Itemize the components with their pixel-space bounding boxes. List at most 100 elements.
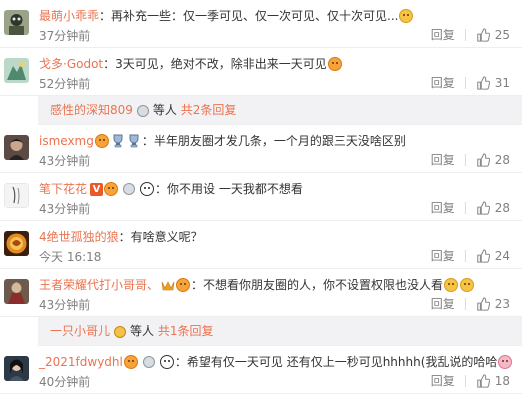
comment-item: 戈多·Godot ： 3天可见，绝对不改，除非出来一天可见 52分钟前 回复 3… bbox=[0, 48, 522, 96]
thumbs-up-icon bbox=[476, 153, 490, 167]
comment-body: 最萌小乖乖 ： 再补充一些：仅一季可见、仅一次可见、仅十次可见... bbox=[39, 7, 414, 25]
reply-button[interactable]: 回复 bbox=[431, 248, 455, 264]
comment-actions: 回复 28 bbox=[431, 152, 510, 168]
reply-button[interactable]: 回复 bbox=[431, 152, 455, 168]
like-button[interactable]: 25 bbox=[476, 27, 510, 43]
comment-body: 戈多·Godot ： 3天可见，绝对不改，除非出来一天可见 bbox=[39, 55, 343, 73]
comment-body: 笔下花花 V ： 你不用设 一天我都不想看 bbox=[39, 180, 303, 198]
thumbs-up-icon bbox=[476, 297, 490, 311]
like-button[interactable]: 23 bbox=[476, 296, 510, 312]
like-count: 23 bbox=[494, 297, 510, 311]
trophy-icon bbox=[129, 134, 139, 148]
reply-button[interactable]: 回复 bbox=[431, 27, 455, 43]
username-link[interactable]: 笔下花花 bbox=[39, 180, 87, 198]
subreply-text: 等人 bbox=[152, 103, 177, 117]
action-divider bbox=[464, 29, 466, 41]
comment-item: ismexmg ： 半年朋友圈才发几条，一个月的跟三天没啥区别 43分钟前 回复… bbox=[0, 125, 522, 173]
like-count: 28 bbox=[494, 153, 510, 167]
comment-actions: 回复 18 bbox=[431, 373, 510, 389]
reply-button[interactable]: 回复 bbox=[431, 373, 455, 389]
like-count: 28 bbox=[494, 201, 510, 215]
comment-item: 笔下花花 V ： 你不用设 一天我都不想看 43分钟前 回复 28 bbox=[0, 173, 522, 221]
username-link[interactable]: 最萌小乖乖 bbox=[39, 7, 99, 25]
fan-badge-icon bbox=[104, 182, 119, 196]
cat-emoji-icon bbox=[460, 278, 475, 292]
comment-time: 今天 16:18 bbox=[39, 250, 102, 264]
crown-v-icon bbox=[161, 280, 175, 290]
username-link[interactable]: 戈多·Godot bbox=[39, 55, 103, 73]
like-button[interactable]: 31 bbox=[476, 75, 510, 91]
separator: ： bbox=[191, 278, 204, 292]
username-link[interactable]: ismexmg bbox=[39, 132, 94, 150]
reply-button[interactable]: 回复 bbox=[431, 75, 455, 91]
panda-emoji-icon bbox=[159, 355, 174, 369]
avatar[interactable] bbox=[4, 279, 29, 304]
subreply-text: 等人 bbox=[130, 324, 155, 338]
comment-body: 王者荣耀代打小哥哥、 ： 不想看你朋友圈的人，你不设置权限也没人看 bbox=[39, 276, 475, 294]
comment-item: _2021fdwydhl ： 希望有仅一天可见 还有仅上一秒可见hhhhh(我乱… bbox=[0, 346, 522, 394]
action-divider bbox=[464, 202, 466, 214]
clapping-emoji-icon bbox=[327, 57, 342, 71]
action-divider bbox=[464, 154, 466, 166]
like-button[interactable]: 28 bbox=[476, 152, 510, 168]
comment-actions: 回复 25 bbox=[431, 27, 510, 43]
medal-icon bbox=[123, 183, 136, 195]
trophy-icon bbox=[113, 134, 123, 148]
avatar[interactable] bbox=[4, 10, 29, 35]
avatar[interactable] bbox=[4, 356, 29, 381]
comment-actions: 回复 24 bbox=[431, 248, 510, 264]
like-button[interactable]: 24 bbox=[476, 248, 510, 264]
separator: ： bbox=[155, 182, 168, 196]
comment-text: 3天可见，绝对不改，除非出来一天可见 bbox=[115, 57, 327, 71]
subreply-bar[interactable]: 一只小哥儿 等人 共1条回复 bbox=[38, 317, 522, 346]
thumbs-up-icon bbox=[476, 249, 490, 263]
action-divider bbox=[464, 250, 466, 262]
separator: ： bbox=[99, 9, 112, 23]
reply-button[interactable]: 回复 bbox=[431, 296, 455, 312]
separator: ： bbox=[103, 57, 116, 71]
comment-text: 有啥意义呢？ bbox=[130, 230, 203, 244]
subreply-count-link[interactable]: 共2条回复 bbox=[181, 103, 237, 117]
separator: ： bbox=[118, 230, 131, 244]
medal-icon bbox=[136, 104, 149, 117]
avatar[interactable] bbox=[4, 58, 29, 83]
like-button[interactable]: 28 bbox=[476, 200, 510, 216]
comment-text: 再补充一些：仅一季可见、仅一次可见、仅十次可见... bbox=[111, 9, 399, 23]
username-link[interactable]: 王者荣耀代打小哥哥、 bbox=[39, 276, 159, 294]
avatar[interactable] bbox=[4, 183, 29, 208]
like-button[interactable]: 18 bbox=[476, 373, 510, 389]
comment-time: 37分钟前 bbox=[39, 29, 91, 43]
comment-text: 半年朋友圈才发几条，一个月的跟三天没啥区别 bbox=[153, 134, 406, 148]
subreply-count-link[interactable]: 共1条回复 bbox=[158, 324, 214, 338]
comment-feed: 最萌小乖乖 ： 再补充一些：仅一季可见、仅一次可见、仅十次可见... 37分钟前… bbox=[0, 0, 522, 394]
action-divider bbox=[464, 298, 466, 310]
comment-item: 王者荣耀代打小哥哥、 ： 不想看你朋友圈的人，你不设置权限也没人看 43分钟前 … bbox=[0, 269, 522, 317]
comment-time: 43分钟前 bbox=[39, 298, 91, 312]
comment-item: 4绝世孤独的狼 ： 有啥意义呢？ 今天 16:18 回复 24 bbox=[0, 221, 522, 269]
thumbs-up-icon bbox=[476, 374, 490, 388]
subreply-username[interactable]: 一只小哥儿 bbox=[50, 324, 110, 338]
thumbs-up-icon bbox=[476, 76, 490, 90]
username-link[interactable]: 4绝世孤独的狼 bbox=[39, 228, 119, 246]
comment-body: ismexmg ： 半年朋友圈才发几条，一个月的跟三天没啥区别 bbox=[39, 132, 406, 150]
avatar[interactable] bbox=[4, 231, 29, 256]
comment-actions: 回复 28 bbox=[431, 200, 510, 216]
separator: ： bbox=[141, 134, 154, 148]
subreply-username[interactable]: 感性的深知809 bbox=[50, 103, 133, 117]
like-count: 18 bbox=[494, 374, 510, 388]
reply-button[interactable]: 回复 bbox=[431, 200, 455, 216]
medal-icon bbox=[142, 356, 155, 368]
action-divider bbox=[464, 375, 466, 387]
like-count: 24 bbox=[494, 249, 510, 263]
action-divider bbox=[464, 77, 466, 89]
avatar[interactable] bbox=[4, 135, 29, 160]
comment-body: 4绝世孤独的狼 ： 有啥意义呢？ bbox=[39, 228, 203, 246]
separator: ： bbox=[174, 355, 187, 369]
comment-time: 43分钟前 bbox=[39, 154, 91, 168]
comment-text: 你不用设 一天我都不想看 bbox=[167, 182, 303, 196]
fan-badge-icon bbox=[176, 278, 191, 292]
comment-actions: 回复 23 bbox=[431, 296, 510, 312]
comment-time: 40分钟前 bbox=[39, 375, 91, 389]
username-link[interactable]: _2021fdwydhl bbox=[39, 353, 123, 371]
subreply-bar[interactable]: 感性的深知809 等人 共2条回复 bbox=[38, 96, 522, 125]
